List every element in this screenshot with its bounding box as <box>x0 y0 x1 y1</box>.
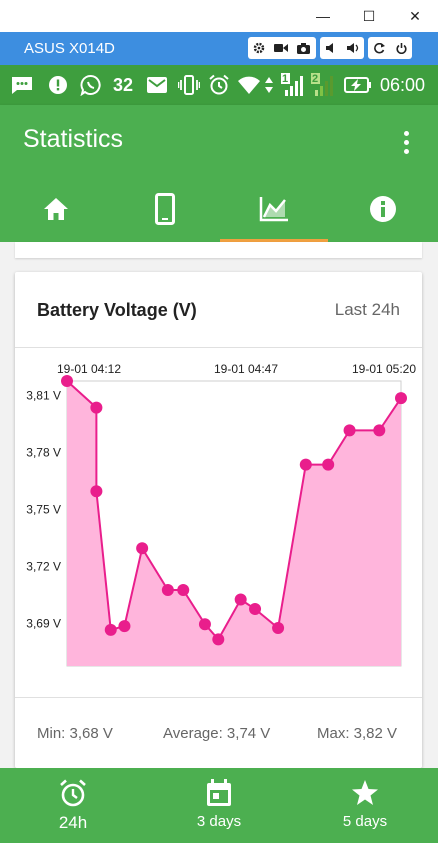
camera-icon[interactable] <box>292 37 314 59</box>
data-point <box>177 584 190 596</box>
tab-info[interactable] <box>328 175 437 242</box>
data-point <box>198 618 211 631</box>
bottom-nav-label-5-days: 5 days <box>342 813 388 830</box>
previous-card-edge <box>15 242 422 258</box>
data-point <box>249 603 262 615</box>
clock: 06:00 <box>380 74 426 95</box>
y-tick-label: 3,72 V <box>26 559 61 573</box>
bottom-nav-label-3-days: 3 days <box>196 813 242 830</box>
y-tick-label: 3,81 V <box>26 388 61 402</box>
emulator-volume-group <box>320 37 364 59</box>
battery-charging-icon <box>344 65 372 105</box>
tab-device[interactable] <box>110 175 219 242</box>
card-footer-divider <box>15 697 422 698</box>
mail-icon <box>147 65 167 105</box>
x-tick-label: 19-01 05:20 <box>352 362 416 376</box>
minimize-icon: — <box>316 8 330 24</box>
data-point <box>90 485 103 498</box>
minimize-button[interactable]: — <box>300 0 346 32</box>
stat-min: Min: 3,68 V <box>37 725 113 742</box>
maximize-button[interactable]: ☐ <box>346 0 392 32</box>
device-name: ASUS X014D <box>24 40 115 57</box>
vibrate-icon <box>178 65 200 105</box>
power-icon[interactable] <box>390 37 412 59</box>
data-point <box>272 622 285 634</box>
data-transfer-icon <box>264 65 274 105</box>
emulator-power-group <box>368 37 412 59</box>
bottom-nav-24h[interactable]: 24h <box>0 768 146 843</box>
maximize-icon: ☐ <box>362 7 376 24</box>
close-icon: ✕ <box>409 7 421 24</box>
alarm-clock-icon <box>60 779 86 807</box>
phone-icon <box>154 192 175 225</box>
video-camera-icon[interactable] <box>270 37 292 59</box>
data-point <box>322 458 335 471</box>
data-point <box>234 593 247 606</box>
voltage-chart: 3,81 V 3,78 V 3,75 V 3,72 V 3,69 V 19-01 04:1… <box>26 362 416 667</box>
card-period: Last 24h <box>334 300 400 319</box>
chart-icon <box>259 196 288 221</box>
volume-down-icon[interactable] <box>320 37 342 59</box>
rotate-icon[interactable] <box>368 37 390 59</box>
alert-icon <box>48 65 68 105</box>
sim2-label: 2 <box>312 73 319 85</box>
app-bar: Statistics <box>0 105 438 242</box>
overflow-menu-button[interactable] <box>396 127 416 157</box>
data-point <box>61 375 73 387</box>
page-title: Statistics <box>23 125 124 153</box>
area-fill <box>67 381 401 666</box>
card-title: Battery Voltage (V) <box>37 300 197 320</box>
x-tick-label: 19-01 04:12 <box>57 362 121 376</box>
settings-icon[interactable] <box>248 37 270 59</box>
emulator-toolbar: ASUS X014D <box>0 32 438 65</box>
sms-icon <box>10 65 34 105</box>
star-icon <box>352 780 378 805</box>
data-point <box>212 633 225 646</box>
y-tick-label: 3,69 V <box>26 616 61 630</box>
y-tick-label: 3,75 V <box>26 502 61 516</box>
stat-max: Max: 3,82 V <box>317 725 398 742</box>
data-point <box>395 392 407 405</box>
tab-statistics[interactable] <box>219 175 328 242</box>
data-point <box>373 424 386 437</box>
data-point <box>343 424 356 437</box>
data-point <box>90 401 103 414</box>
content-area: Battery Voltage (V) Last 24h 3,81 V 3,78 … <box>0 242 438 768</box>
close-button[interactable]: ✕ <box>392 0 438 32</box>
status-bar: 32 1 2 06:00 <box>0 65 438 105</box>
stat-average: Average: 3,74 V <box>163 725 271 742</box>
data-point <box>104 623 117 636</box>
info-icon <box>369 195 396 222</box>
battery-voltage-card: Battery Voltage (V) Last 24h 3,81 V 3,78 … <box>15 272 422 768</box>
wifi-icon <box>237 65 261 105</box>
bottom-nav-label-24h: 24h <box>58 813 88 832</box>
bottom-nav-3-days[interactable]: 3 days <box>146 768 292 843</box>
volume-up-icon[interactable] <box>342 37 364 59</box>
window-titlebar: — ☐ ✕ <box>0 0 438 32</box>
data-point <box>118 620 131 633</box>
x-tick-label: 19-01 04:47 <box>214 362 278 376</box>
bottom-navigation: 24h 3 days 5 days <box>0 768 438 843</box>
data-point <box>136 542 149 555</box>
alarm-icon <box>208 65 230 105</box>
tab-home[interactable] <box>1 175 110 242</box>
calendar-icon <box>207 779 231 806</box>
emulator-tools-group <box>248 37 316 59</box>
notification-count: 32 <box>113 74 134 95</box>
sim1-label: 1 <box>282 73 289 85</box>
y-tick-label: 3,78 V <box>26 445 61 459</box>
data-point <box>161 584 174 596</box>
data-point <box>299 458 312 471</box>
home-icon <box>43 197 68 220</box>
whatsapp-icon <box>80 65 102 105</box>
bottom-nav-5-days[interactable]: 5 days <box>292 768 438 843</box>
